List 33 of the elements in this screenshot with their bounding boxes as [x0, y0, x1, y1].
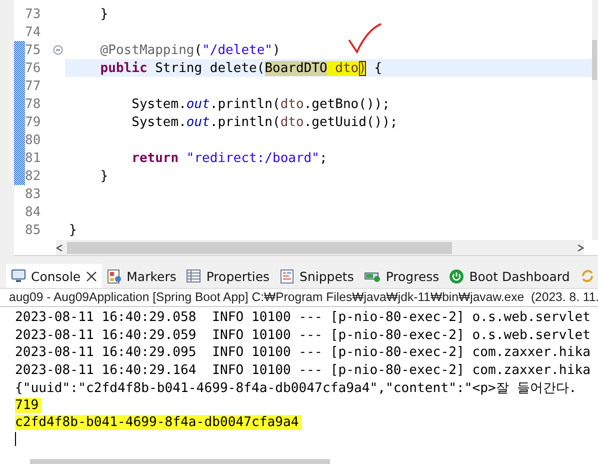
line-number: 75: [25, 42, 42, 58]
view-tab[interactable]: Console: [6, 264, 102, 288]
view-tab[interactable]: Progress: [358, 264, 444, 288]
code-line: }: [99, 168, 108, 184]
code-line: @PostMapping("/delete"): [99, 42, 280, 58]
view-tab[interactable]: Snippets: [274, 264, 359, 288]
line-number: 76: [25, 60, 42, 76]
code-line: System.out.println(dto.getBno());: [130, 96, 390, 112]
console-line: 2023-08-11 16:40:29.095 INFO 10100 --- [p-nio-80-exec-2] com.zaxxer.hika: [15, 345, 592, 360]
view-tab[interactable]: Properties: [181, 264, 275, 288]
code-line: }: [69, 222, 77, 238]
code-line: }: [99, 6, 108, 22]
line-number: 85: [25, 222, 42, 238]
line-number: 82: [25, 168, 42, 184]
console-line: 2023-08-11 16:40:29.164 INFO 10100 --- [p-nio-80-exec-2] com.zaxxer.hika: [15, 362, 592, 378]
line-number: 83: [25, 186, 42, 202]
line-number: 84: [25, 204, 42, 220]
line-number: 81: [25, 150, 42, 166]
line-number: 79: [25, 114, 42, 130]
console-line: 2023-08-11 16:40:29.059 INFO 10100 --- [p-nio-80-exec-2] o.s.web.servlet: [15, 328, 592, 343]
console-line: {"uuid":"c2fd4f8b-b041-4699-8f4a-db0047cfa9a4","content":"<p>잘 들어간다.: [15, 380, 578, 397]
line-number: 80: [25, 132, 42, 148]
code-line: public String delete(BoardDTO dto) {: [99, 60, 382, 76]
line-number: 73: [25, 6, 42, 22]
line-number: 77: [25, 78, 42, 94]
code-line: System.out.println(dto.getUuid());: [130, 114, 398, 130]
view-tab[interactable]: Boot Dashboard: [444, 264, 575, 288]
line-number: 74: [25, 24, 42, 40]
code-line: return "redirect:/board";: [130, 150, 328, 166]
console-line: 2023-08-11 16:40:29.058 INFO 10100 --- [p-nio-80-exec-2] o.s.web.servlet: [15, 310, 592, 326]
line-number: 78: [25, 96, 42, 112]
console-title: aug09 - Aug09Application [Spring Boot App] C:₩Program Files₩java₩jdk-11₩bin₩javaw.exe (2023. 8. 11.: [0, 289, 598, 307]
view-tab[interactable]: Markers: [102, 264, 182, 288]
